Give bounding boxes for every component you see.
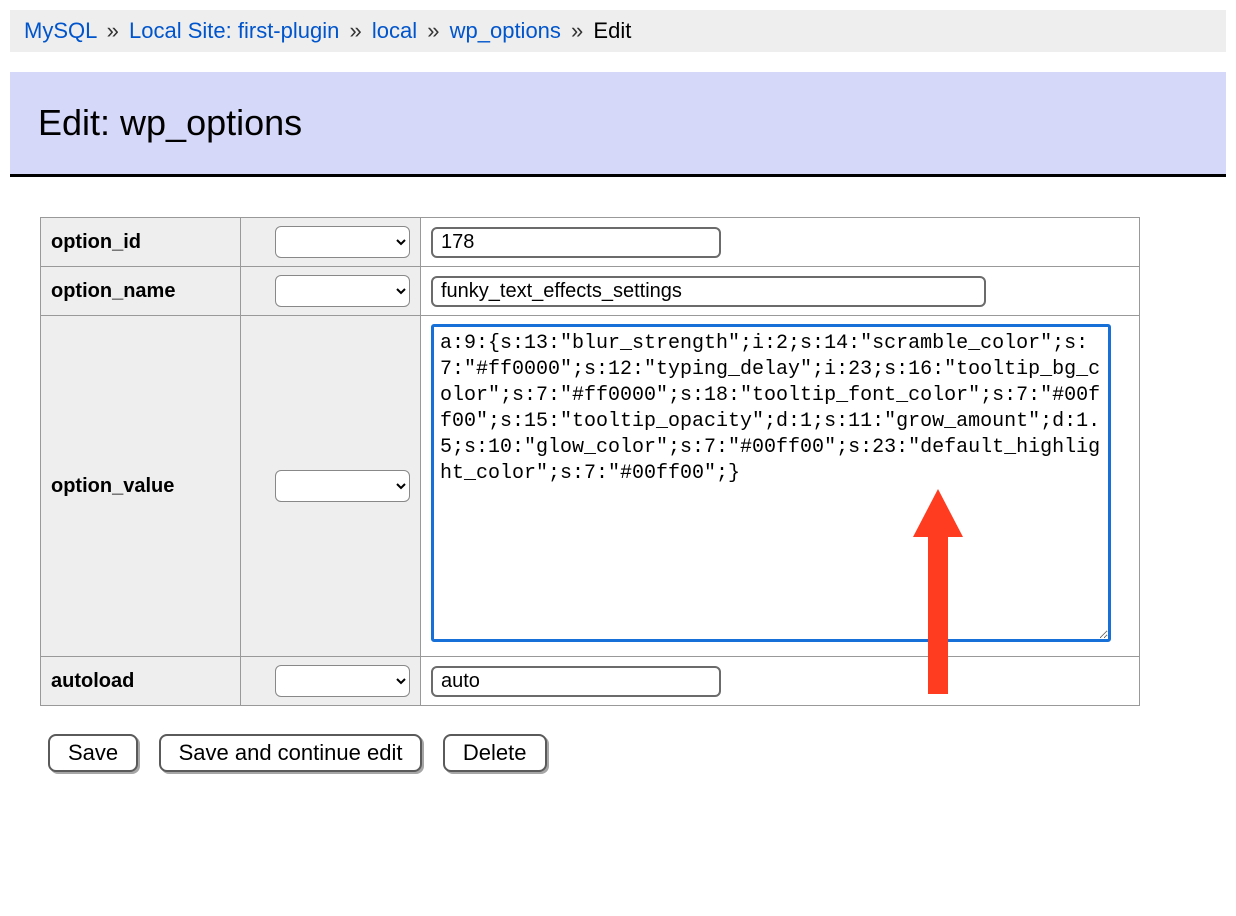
input-option-id[interactable]	[431, 227, 721, 258]
breadcrumb-separator: »	[427, 18, 439, 43]
value-cell	[421, 218, 1140, 267]
table-row: autoload	[41, 657, 1140, 706]
value-cell	[421, 267, 1140, 316]
function-cell	[241, 316, 421, 657]
value-cell	[421, 316, 1140, 657]
function-select-autoload[interactable]	[275, 665, 410, 697]
function-select-option-value[interactable]	[275, 470, 410, 502]
field-label-option-value: option_value	[41, 316, 241, 657]
breadcrumb-separator: »	[571, 18, 583, 43]
field-label-option-name: option_name	[41, 267, 241, 316]
button-row: Save Save and continue edit Delete	[48, 734, 1226, 772]
breadcrumb-link-table[interactable]: wp_options	[450, 18, 561, 43]
table-row: option_value	[41, 316, 1140, 657]
input-option-name[interactable]	[431, 276, 986, 307]
table-row: option_name	[41, 267, 1140, 316]
table-row: option_id	[41, 218, 1140, 267]
delete-button[interactable]: Delete	[443, 734, 547, 772]
fields-table: option_id option_name option_value	[40, 217, 1140, 706]
breadcrumb-current: Edit	[593, 18, 631, 43]
page-title: Edit: wp_options	[38, 102, 1198, 144]
breadcrumb-link-mysql[interactable]: MySQL	[24, 18, 97, 43]
save-continue-button[interactable]: Save and continue edit	[159, 734, 423, 772]
breadcrumb-link-db[interactable]: local	[372, 18, 417, 43]
edit-form: option_id option_name option_value	[0, 177, 1236, 782]
page-header: Edit: wp_options	[10, 72, 1226, 177]
function-cell	[241, 218, 421, 267]
breadcrumb-link-site[interactable]: Local Site: first-plugin	[129, 18, 339, 43]
breadcrumb: MySQL » Local Site: first-plugin » local…	[10, 10, 1226, 52]
input-autoload[interactable]	[431, 666, 721, 697]
function-select-option-name[interactable]	[275, 275, 410, 307]
field-label-autoload: autoload	[41, 657, 241, 706]
breadcrumb-separator: »	[107, 18, 119, 43]
textarea-option-value[interactable]	[431, 324, 1111, 642]
value-cell	[421, 657, 1140, 706]
function-cell	[241, 267, 421, 316]
field-label-option-id: option_id	[41, 218, 241, 267]
breadcrumb-separator: »	[349, 18, 361, 43]
function-cell	[241, 657, 421, 706]
function-select-option-id[interactable]	[275, 226, 410, 258]
save-button[interactable]: Save	[48, 734, 138, 772]
